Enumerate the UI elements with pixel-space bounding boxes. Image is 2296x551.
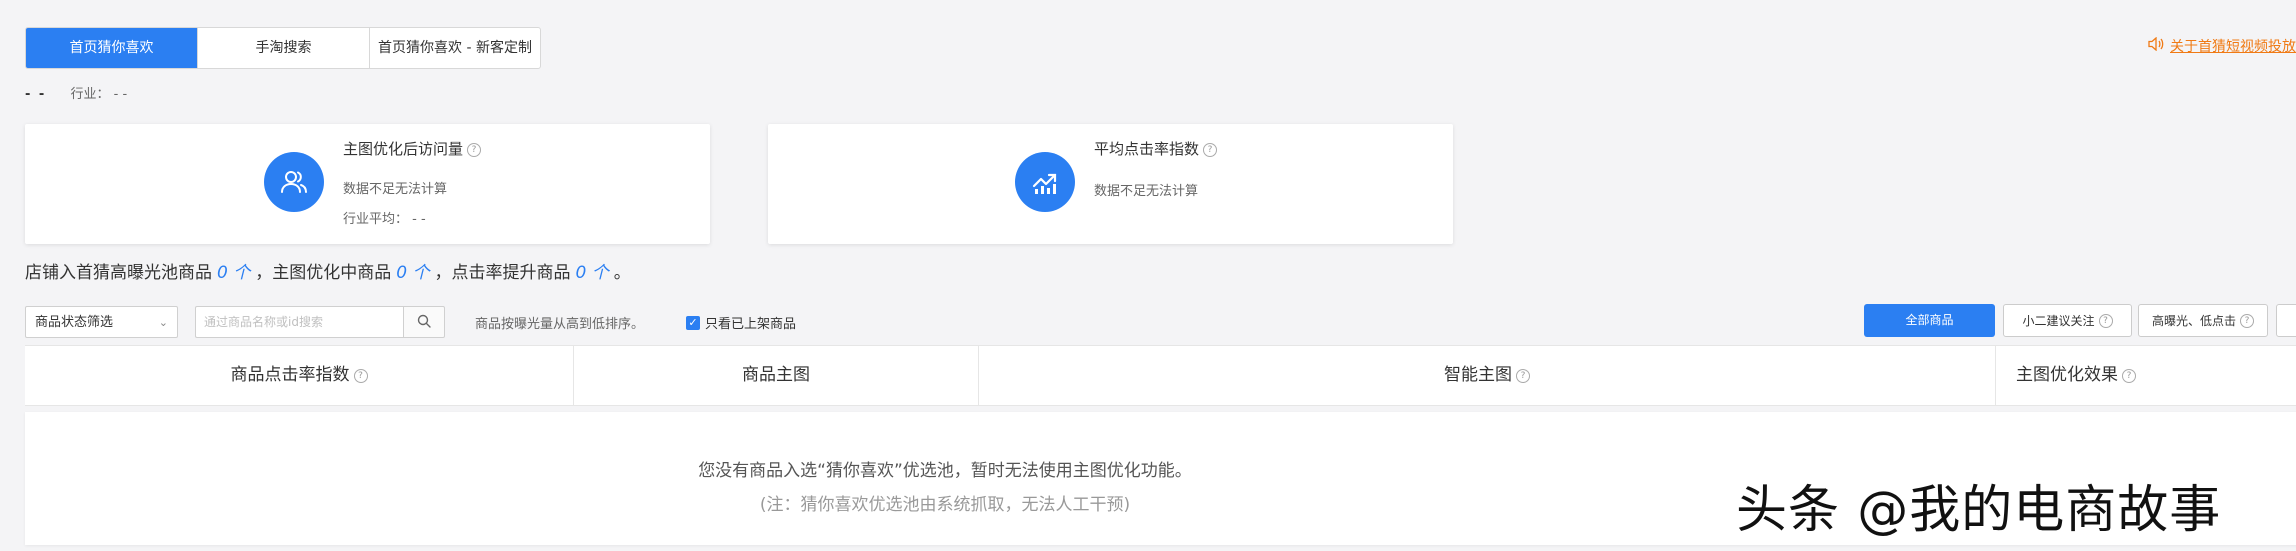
help-icon[interactable]: ? — [2240, 314, 2254, 328]
help-icon[interactable]: ? — [467, 143, 482, 157]
column-header-ctr-index[interactable]: 商品点击率指数? — [25, 346, 574, 405]
shop-meta: - - 行业： - - — [25, 83, 127, 102]
summary-line: 店铺入首猜高曝光池商品 0 个，主图优化中商品 0 个，点击率提升商品 0 个。 — [25, 258, 631, 283]
search-button[interactable] — [403, 306, 445, 338]
tab-mobile-search[interactable]: 手淘搜索 — [198, 28, 370, 68]
high-exposure-low-click-button[interactable]: 高曝光、低点击? — [2138, 304, 2268, 337]
header-label: 主图优化效果 — [2016, 365, 2118, 385]
channel-tabs: 首页猜你喜欢 手淘搜索 首页猜你喜欢 - 新客定制 — [25, 27, 541, 69]
card-title-text: 平均点击率指数 — [1094, 140, 1200, 158]
help-icon[interactable]: ? — [353, 369, 368, 383]
sort-hint: 商品按曝光量从高到低排序。 — [475, 317, 645, 332]
summary-text: 。 — [613, 263, 631, 283]
ctr-index-card: 平均点击率指数? 数据不足无法计算 — [768, 124, 1453, 244]
button-label: 小二建议关注 — [2022, 314, 2095, 328]
header-label: 智能主图 — [1444, 365, 1512, 385]
column-header-main-image: 商品主图 — [574, 346, 979, 405]
all-products-button[interactable]: 全部商品 — [1864, 304, 1995, 337]
help-icon[interactable]: ? — [1516, 369, 1530, 383]
help-icon[interactable]: ? — [2098, 314, 2113, 328]
industry-value: - - — [113, 87, 128, 102]
status-filter-value: 商品状态筛选 — [35, 315, 114, 330]
high-exposure-count: 0 个 — [217, 263, 251, 283]
card-value: 数据不足无法计算 — [343, 182, 448, 197]
card-value: 数据不足无法计算 — [1094, 184, 1199, 199]
summary-text: ，主图优化中商品 — [255, 263, 392, 283]
column-header-smart-image[interactable]: 智能主图? — [979, 346, 1996, 405]
watermark: 头条 @我的电商故事 — [1736, 481, 2222, 540]
header-label: 商品点击率指数 — [230, 365, 350, 385]
summary-text: 店铺入首猜高曝光池商品 — [25, 263, 212, 283]
search-input[interactable] — [195, 306, 403, 338]
users-icon — [264, 152, 324, 212]
help-icon[interactable]: ? — [2122, 369, 2136, 383]
summary-text: ，点击率提升商品 — [434, 263, 571, 283]
trend-chart-icon — [1015, 152, 1075, 212]
status-filter-select[interactable]: 商品状态筛选 ⌄ — [25, 306, 178, 338]
empty-message: 您没有商品入选“猜你喜欢”优选池，暂时无法使用主图优化功能。 — [698, 461, 1192, 481]
button-label: 高曝光、低点击 — [2151, 314, 2236, 328]
chevron-down-icon: ⌄ — [158, 316, 168, 329]
notice-link[interactable]: 关于首猜短视频投放 — [2148, 36, 2296, 56]
visits-card: 主图优化后访问量? 数据不足无法计算 行业平均： - - — [25, 124, 710, 244]
optimizing-count: 0 个 — [396, 263, 430, 283]
search-icon — [417, 313, 431, 332]
table-header: 商品点击率指数? 商品主图 智能主图? 主图优化效果? — [25, 345, 2296, 406]
help-icon[interactable]: ? — [1203, 143, 1218, 157]
industry-average: 行业平均： - - — [343, 212, 426, 227]
shop-name: - - — [25, 87, 47, 102]
empty-note: (注：猜你喜欢优选池由系统抓取，无法人工干预) — [759, 495, 1131, 515]
more-filter-button[interactable] — [2276, 304, 2296, 337]
notice-text[interactable]: 关于首猜短视频投放 — [2170, 39, 2296, 55]
industry-label: 行业： — [70, 87, 110, 102]
speaker-icon — [2148, 36, 2164, 55]
tab-homepage-new-customer[interactable]: 首页猜你喜欢 - 新客定制 — [370, 28, 540, 68]
online-only-checkbox[interactable]: ✓ 只看已上架商品 — [686, 313, 796, 332]
card-title: 主图优化后访问量? — [343, 138, 482, 159]
tab-homepage-guess[interactable]: 首页猜你喜欢 — [26, 28, 198, 68]
header-label: 商品主图 — [742, 365, 810, 385]
card-title: 平均点击率指数? — [1094, 138, 1218, 159]
column-header-optimization-effect[interactable]: 主图优化效果? — [1996, 346, 2156, 405]
checkbox-label: 只看已上架商品 — [705, 317, 797, 332]
card-title-text: 主图优化后访问量 — [343, 140, 464, 158]
ctr-improved-count: 0 个 — [575, 263, 609, 283]
recommend-attention-button[interactable]: 小二建议关注? — [2003, 304, 2132, 337]
checkbox-checked-icon[interactable]: ✓ — [686, 315, 700, 330]
